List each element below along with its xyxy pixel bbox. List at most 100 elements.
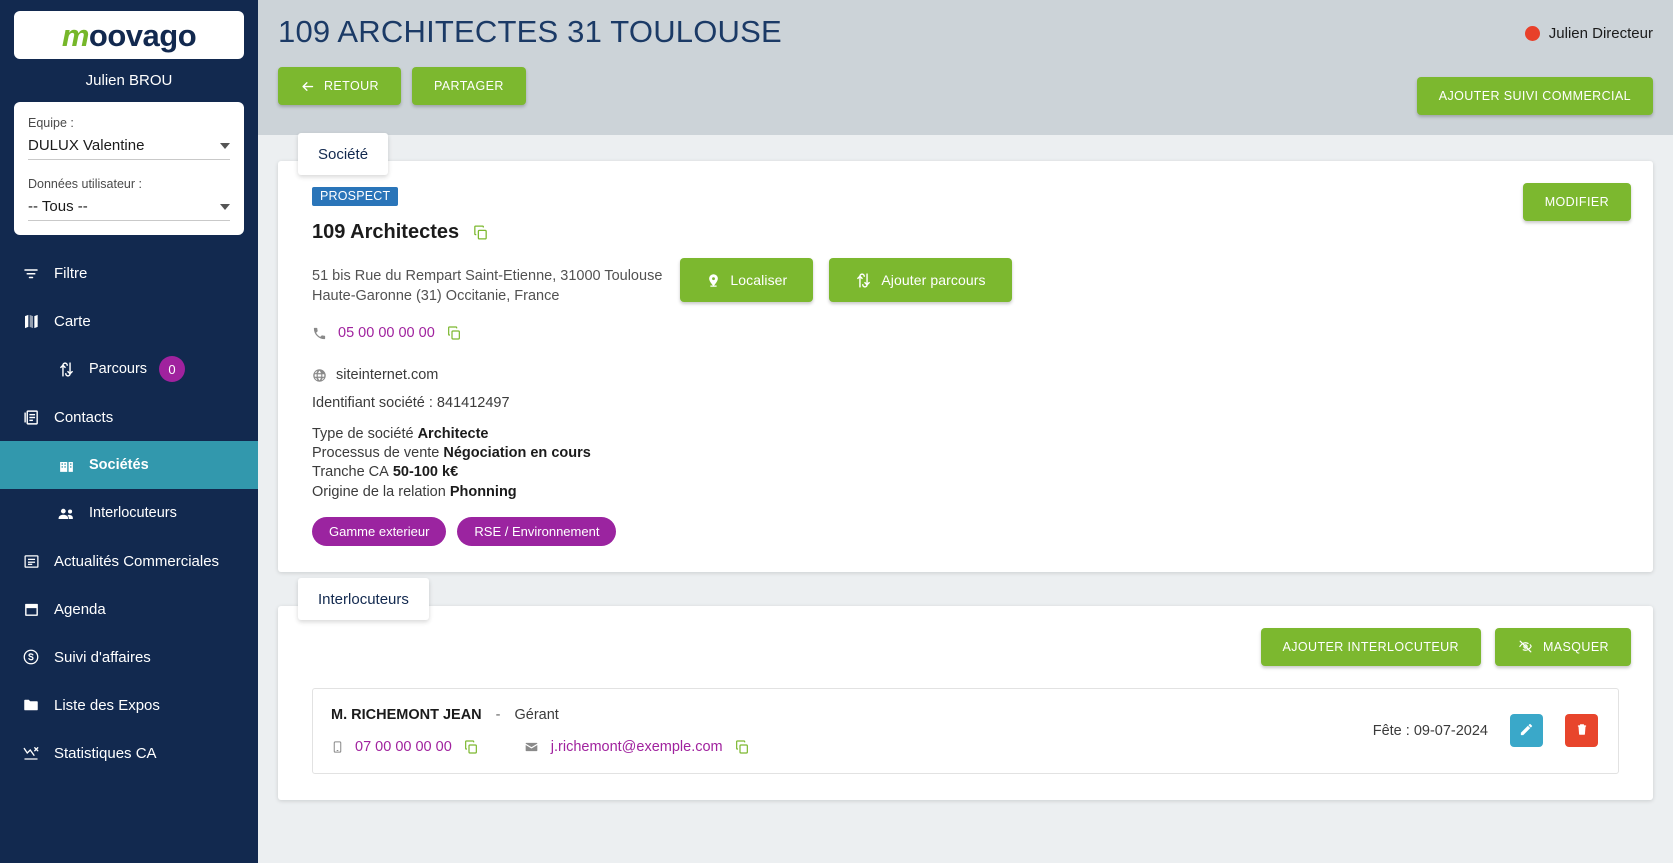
field-label: Origine de la relation [312,483,446,500]
company-card: Société MODIFIER PROSPECT 109 Architecte… [278,133,1653,572]
calendar-icon [20,601,42,618]
contacts-icon [20,409,42,426]
locate-button-label: Localiser [730,272,788,288]
field-value: Phonning [449,483,517,500]
contact-row: M. RICHEMONT JEAN - Gérant 07 00 00 00 0… [312,687,1619,774]
sidebar: moovago Julien BROU Equipe : DULUX Valen… [0,0,258,863]
field-label: Tranche CA [312,464,389,481]
locate-button[interactable]: Localiser [680,258,814,302]
status-dot-icon [1524,26,1540,41]
back-button-label: RETOUR [324,79,379,93]
app-logo[interactable]: moovago [14,11,244,59]
sidebar-item-liste-expos[interactable]: Liste des Expos [0,681,258,729]
sidebar-item-carte[interactable]: Carte [0,297,258,345]
logo-rest: oovago [88,17,197,53]
add-commercial-followup-button[interactable]: AJOUTER SUIVI COMMERCIAL [1416,77,1653,115]
sidebar-item-label: Suivi d'affaires [54,648,151,666]
app-root: moovago Julien BROU Equipe : DULUX Valen… [0,0,1673,863]
hide-contacts-button[interactable]: MASQUER [1494,627,1631,666]
field-value: Architecte [417,426,489,443]
userdata-select-value: -- Tous -- [28,198,88,215]
field-label: Type de société [312,426,414,443]
company-address-line2: Haute-Garonne (31) Occitanie, France [312,287,560,304]
sidebar-item-contacts[interactable]: Contacts [0,393,258,441]
company-name: 109 Architectes [312,221,460,243]
share-button-label: PARTAGER [433,79,504,93]
contact-email-link[interactable]: j.richemont@exemple.com [551,739,723,755]
copy-icon[interactable] [734,739,750,755]
edit-contact-button[interactable] [1510,714,1543,748]
route-icon [855,272,872,289]
add-route-button-label: Ajouter parcours [881,272,986,288]
copy-icon[interactable] [472,224,489,241]
company-website-row: siteinternet.com [312,367,1619,383]
account-chip[interactable]: Julien Directeur [1524,25,1653,42]
logo-prefix: m [61,17,90,53]
company-tag[interactable]: Gamme exterieur [312,516,447,546]
sidebar-item-agenda[interactable]: Agenda [0,585,258,633]
back-button[interactable]: RETOUR [278,67,401,105]
sidebar-item-societes[interactable]: Sociétés [0,441,258,489]
sidebar-item-label: Carte [54,312,91,330]
filter-icon [20,264,42,282]
sidebar-item-label: Agenda [54,600,106,618]
company-address-row: 51 bis Rue du Rempart Saint-Etienne, 310… [312,258,1619,306]
sidebar-item-statistiques-ca[interactable]: Statistiques CA [0,729,258,777]
team-filter-label: Equipe : [28,116,74,130]
news-icon [20,553,42,570]
logo-text: moovago [61,17,197,53]
sidebar-nav: Filtre Carte Parcours 0 Contacts Société… [0,249,258,863]
company-phone-link[interactable]: 05 00 00 00 00 [338,325,435,341]
map-icon [20,313,42,330]
content-area: Société MODIFIER PROSPECT 109 Architecte… [258,133,1673,800]
location-pin-icon [706,272,721,289]
pencil-icon [1519,722,1534,740]
company-phone-row: 05 00 00 00 00 [312,325,1619,341]
status-badge: PROSPECT [312,187,399,206]
folder-icon [20,696,42,714]
company-identifier: Identifiant société : 841412497 [312,395,510,412]
page-header: 109 ARCHITECTES 31 TOULOUSE RETOUR PARTA… [258,0,1673,135]
copy-icon[interactable] [446,325,462,341]
company-website[interactable]: siteinternet.com [336,367,438,383]
company-address: 51 bis Rue du Rempart Saint-Etienne, 310… [312,267,662,306]
sidebar-filters-card: Equipe : DULUX Valentine Données utilisa… [14,102,244,235]
contact-row-actions: Fête : 09-07-2024 [1372,714,1598,748]
company-tags: Gamme exterieur RSE / Environnement [312,516,1619,546]
chart-icon [20,744,42,762]
field-label: Processus de vente [312,445,440,462]
building-icon [55,457,77,474]
team-select[interactable]: DULUX Valentine [28,137,230,160]
field-value: Négociation en cours [443,445,591,462]
company-card-body: PROSPECT 109 Architectes 51 bis Rue du R… [278,161,1653,572]
sidebar-item-interlocuteurs[interactable]: Interlocuteurs [0,489,258,537]
sidebar-item-actualites-commerciales[interactable]: Actualités Commerciales [0,537,258,585]
userdata-select[interactable]: -- Tous -- [28,198,230,221]
contact-phone-link[interactable]: 07 00 00 00 00 [355,739,452,755]
copy-icon[interactable] [463,739,479,755]
eye-off-icon [1517,639,1534,654]
sidebar-item-filtre[interactable]: Filtre [0,249,258,297]
contacts-card-actions: AJOUTER INTERLOCUTEUR MASQUER [278,606,1653,666]
userdata-filter-label: Données utilisateur : [28,177,142,191]
share-button[interactable]: PARTAGER [411,67,526,105]
contact-role: Gérant [514,706,559,723]
globe-icon [312,368,327,383]
sidebar-item-label: Parcours [89,361,148,377]
company-tag[interactable]: RSE / Environnement [457,516,617,546]
add-contact-button[interactable]: AJOUTER INTERLOCUTEUR [1260,627,1481,666]
sidebar-item-parcours[interactable]: Parcours 0 [0,345,258,393]
sidebar-item-suivi-affaires[interactable]: Suivi d'affaires [0,633,258,681]
contact-anniversary: Fête : 09-07-2024 [1372,722,1488,739]
add-route-button[interactable]: Ajouter parcours [829,258,1012,302]
main-area: 109 ARCHITECTES 31 TOULOUSE RETOUR PARTA… [258,0,1673,863]
delete-contact-button[interactable] [1565,714,1598,748]
userdata-filter-group: Données utilisateur : -- Tous -- [28,177,230,221]
sidebar-item-label: Filtre [54,264,88,282]
modify-company-button[interactable]: MODIFIER [1522,183,1631,221]
team-filter-group: Equipe : DULUX Valentine [28,116,230,160]
company-fields: Type de société Architecte Processus de v… [312,425,1619,502]
sidebar-item-label: Contacts [54,408,114,426]
hide-contacts-label: MASQUER [1542,639,1609,654]
add-commercial-followup-label: AJOUTER SUIVI COMMERCIAL [1438,89,1631,103]
